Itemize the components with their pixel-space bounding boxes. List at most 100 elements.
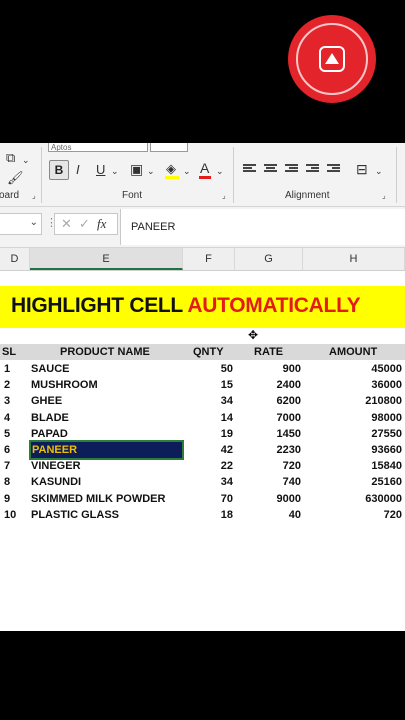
ribbon: Aptos ⧉ ⌄ 🖌 oard ⌟ B I U ⌄ ▣ ⌄ ◈ ⌄ A ⌄ F… — [0, 143, 405, 207]
font-color-dropdown-icon[interactable]: ⌄ — [216, 164, 224, 178]
clipboard-launcher-icon[interactable]: ⌟ — [32, 191, 36, 200]
cell-product-name[interactable]: SKIMMED MILK POWDER — [31, 491, 182, 507]
cell-qnty[interactable]: 18 — [183, 507, 233, 523]
formula-input[interactable]: PANEER — [120, 209, 405, 245]
align-right-icon[interactable] — [285, 164, 298, 174]
cell-qnty[interactable]: 34 — [183, 393, 233, 409]
cell-rate[interactable]: 2400 — [235, 377, 301, 393]
cell-sl[interactable]: 7 — [4, 458, 28, 474]
fill-color-icon[interactable]: ◈ — [166, 162, 176, 176]
cell-amount[interactable]: 27550 — [303, 426, 402, 442]
cell-amount[interactable]: 45000 — [303, 361, 402, 377]
table-row: 6 PANEER 42 2230 93660 — [0, 440, 405, 460]
cell-qnty[interactable]: 22 — [183, 458, 233, 474]
cell-qnty[interactable]: 14 — [183, 410, 233, 426]
underline-button[interactable]: U — [96, 163, 105, 177]
cell-rate[interactable]: 7000 — [235, 410, 301, 426]
cell-amount[interactable]: 98000 — [303, 410, 402, 426]
record-button[interactable] — [288, 15, 376, 103]
cell-cursor-icon: ✥ — [248, 328, 259, 342]
insert-function-button[interactable]: fx — [97, 216, 106, 232]
cell-qnty[interactable]: 42 — [183, 442, 233, 458]
cell-product-name[interactable]: PLASTIC GLASS — [31, 507, 182, 523]
column-header-g[interactable]: G — [235, 248, 303, 270]
decrease-indent-icon[interactable] — [306, 164, 319, 174]
cell-sl[interactable]: 2 — [4, 377, 28, 393]
italic-button[interactable]: I — [76, 163, 80, 177]
formula-buttons: ✕ ✓ fx — [54, 213, 118, 235]
cell-qnty[interactable]: 34 — [183, 474, 233, 490]
column-header-d[interactable]: D — [0, 248, 30, 270]
copy-icon[interactable]: ⧉ — [6, 151, 15, 165]
cell-sl[interactable]: 9 — [4, 491, 28, 507]
alignment-launcher-icon[interactable]: ⌟ — [382, 191, 386, 200]
cell-qnty[interactable]: 50 — [183, 361, 233, 377]
cell-amount[interactable]: 720 — [303, 507, 402, 523]
column-headers: D E F G H — [0, 248, 405, 271]
header-product-name: PRODUCT NAME — [60, 346, 150, 358]
cell-amount[interactable]: 630000 — [303, 491, 402, 507]
merge-center-icon[interactable]: ⊟ — [356, 162, 368, 176]
divider — [396, 147, 397, 203]
cell-sl[interactable]: 3 — [4, 393, 28, 409]
cell-rate[interactable]: 1450 — [235, 426, 301, 442]
cell-qnty[interactable]: 19 — [183, 426, 233, 442]
cell-sl[interactable]: 8 — [4, 474, 28, 490]
name-box[interactable]: ⌄ — [0, 213, 42, 235]
cell-qnty[interactable]: 15 — [183, 377, 233, 393]
font-color-button[interactable]: A — [200, 161, 209, 175]
align-left-icon[interactable] — [243, 164, 256, 174]
merge-dropdown-icon[interactable]: ⌄ — [375, 164, 383, 178]
cell-amount[interactable]: 210800 — [303, 393, 402, 409]
cell-amount[interactable]: 25160 — [303, 474, 402, 490]
cell-amount[interactable]: 15840 — [303, 458, 402, 474]
font-name-box[interactable]: Aptos — [48, 143, 148, 152]
header-rate: RATE — [254, 346, 284, 358]
cell-rate[interactable]: 740 — [235, 474, 301, 490]
cell-product-name[interactable]: SAUCE — [31, 361, 182, 377]
increase-indent-icon[interactable] — [327, 164, 340, 174]
cell-product-name[interactable]: PANEER — [29, 440, 184, 460]
cell-rate[interactable]: 6200 — [235, 393, 301, 409]
cell-sl[interactable]: 6 — [4, 442, 28, 458]
cell-sl[interactable]: 4 — [4, 410, 28, 426]
cell-amount[interactable]: 93660 — [303, 442, 402, 458]
cell-rate[interactable]: 900 — [235, 361, 301, 377]
chevron-down-icon[interactable]: ⌄ — [30, 217, 38, 228]
font-color-swatch — [199, 176, 211, 179]
fill-dropdown-icon[interactable]: ⌄ — [183, 164, 191, 178]
divider — [41, 147, 42, 203]
underline-dropdown-icon[interactable]: ⌄ — [111, 164, 119, 178]
cell-rate[interactable]: 40 — [235, 507, 301, 523]
column-header-f[interactable]: F — [183, 248, 235, 270]
cell-sl[interactable]: 5 — [4, 426, 28, 442]
borders-dropdown-icon[interactable]: ⌄ — [147, 164, 155, 178]
cell-product-name[interactable]: PAPAD — [31, 426, 182, 442]
cell-sl[interactable]: 1 — [4, 361, 28, 377]
cell-amount[interactable]: 36000 — [303, 377, 402, 393]
cell-product-name[interactable]: VINEGER — [31, 458, 182, 474]
borders-icon[interactable]: ▣ — [130, 162, 143, 176]
font-size-box[interactable] — [150, 143, 188, 152]
chevron-down-icon[interactable]: ⌄ — [22, 153, 30, 167]
header-qnty: QNTY — [193, 346, 224, 358]
align-center-icon[interactable] — [264, 164, 277, 174]
cancel-icon[interactable]: ✕ — [61, 216, 72, 232]
enter-icon[interactable]: ✓ — [79, 216, 90, 232]
cell-product-name[interactable]: GHEE — [31, 393, 182, 409]
cell-rate[interactable]: 720 — [235, 458, 301, 474]
cell-product-name[interactable]: MUSHROOM — [31, 377, 182, 393]
cell-product-name[interactable]: KASUNDI — [31, 474, 182, 490]
cell-qnty[interactable]: 70 — [183, 491, 233, 507]
column-header-e[interactable]: E — [30, 248, 183, 270]
cell-product-name[interactable]: BLADE — [31, 410, 182, 426]
cell-sl[interactable]: 10 — [4, 507, 28, 523]
cell-rate[interactable]: 2230 — [235, 442, 301, 458]
font-launcher-icon[interactable]: ⌟ — [222, 191, 226, 200]
column-header-h[interactable]: H — [303, 248, 405, 270]
header-sl: SL — [2, 346, 17, 358]
table-row: 9 SKIMMED MILK POWDER 70 9000 630000 — [0, 491, 405, 507]
bold-button[interactable]: B — [49, 160, 69, 180]
cell-rate[interactable]: 9000 — [235, 491, 301, 507]
format-painter-icon[interactable]: 🖌 — [7, 171, 24, 185]
